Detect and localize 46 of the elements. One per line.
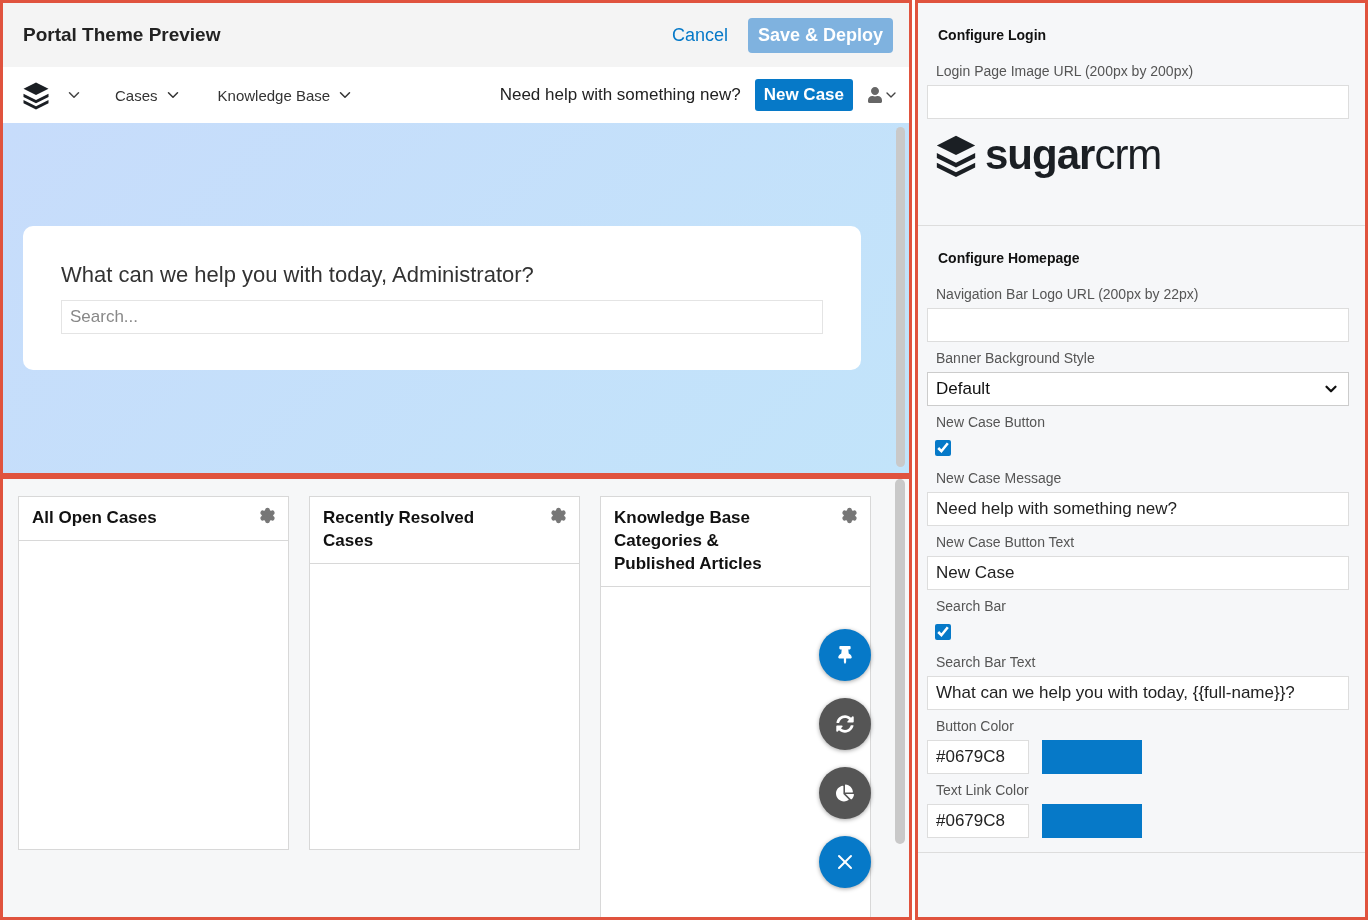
color-swatch[interactable] [1042, 804, 1142, 838]
new-case-message: Need help with something new? [499, 85, 741, 105]
field-label: New Case Button Text [936, 534, 1076, 550]
field-label: Search Bar Text [936, 654, 1037, 670]
user-icon[interactable] [867, 87, 883, 103]
scrollbar[interactable] [895, 479, 905, 844]
settings-icon[interactable] [550, 507, 567, 524]
field-label: Search Bar [936, 598, 1008, 614]
preview-title: Portal Theme Preview [23, 24, 222, 46]
settings-icon[interactable] [841, 507, 858, 524]
color-input-field[interactable]: #0679C8 [927, 804, 1029, 838]
logo-text: sugarcrm [985, 131, 1162, 179]
dashlet-title: All Open Cases [32, 507, 157, 529]
input-field[interactable]: Need help with something new? [927, 492, 1349, 526]
input-field[interactable] [927, 308, 1349, 342]
field-label: Navigation Bar Logo URL (200px by 22px) [936, 286, 1200, 302]
settings-icon[interactable] [259, 507, 276, 524]
new-case-button[interactable]: New Case [754, 79, 853, 111]
layers-logo-icon [21, 80, 51, 110]
dashlet-title: Knowledge Base Categories & Published Articles [614, 507, 763, 575]
search-field[interactable]: Search... [61, 300, 823, 334]
checkbox[interactable] [935, 440, 951, 456]
color-input-field[interactable]: #0679C8 [927, 740, 1029, 774]
cancel-link[interactable]: Cancel [667, 20, 732, 50]
input-field[interactable]: What can we help you with today, {{full-name}}? [927, 676, 1349, 710]
field-label: New Case Message [936, 470, 1063, 486]
field-label: Login Page Image URL (200px by 200px) [936, 63, 1195, 79]
checkbox[interactable] [935, 624, 951, 640]
pie-chart-icon [836, 784, 854, 802]
refresh-icon [836, 715, 854, 733]
color-swatch[interactable] [1042, 740, 1142, 774]
field-label: Banner Background Style [936, 350, 1096, 366]
section-title: Configure Homepage [938, 250, 1081, 266]
nav-menu[interactable]: Knowledge Base [213, 82, 359, 108]
field-label: New Case Button [936, 414, 1046, 430]
field-label: Button Color [936, 718, 1015, 734]
scrollbar[interactable] [896, 127, 905, 467]
banner-heading: What can we help you with today, Administrator? [61, 262, 535, 288]
field-label: Text Link Color [936, 782, 1030, 798]
section-title: Configure Login [938, 27, 1048, 43]
dashlet-title: Recently Resolved Cases [323, 507, 476, 552]
select-dropdown[interactable]: Default [927, 372, 1349, 406]
input-field[interactable]: New Case [927, 556, 1349, 590]
nav-menu[interactable]: Cases [111, 82, 186, 108]
input-field[interactable] [927, 85, 1349, 119]
pin-icon [836, 646, 854, 664]
